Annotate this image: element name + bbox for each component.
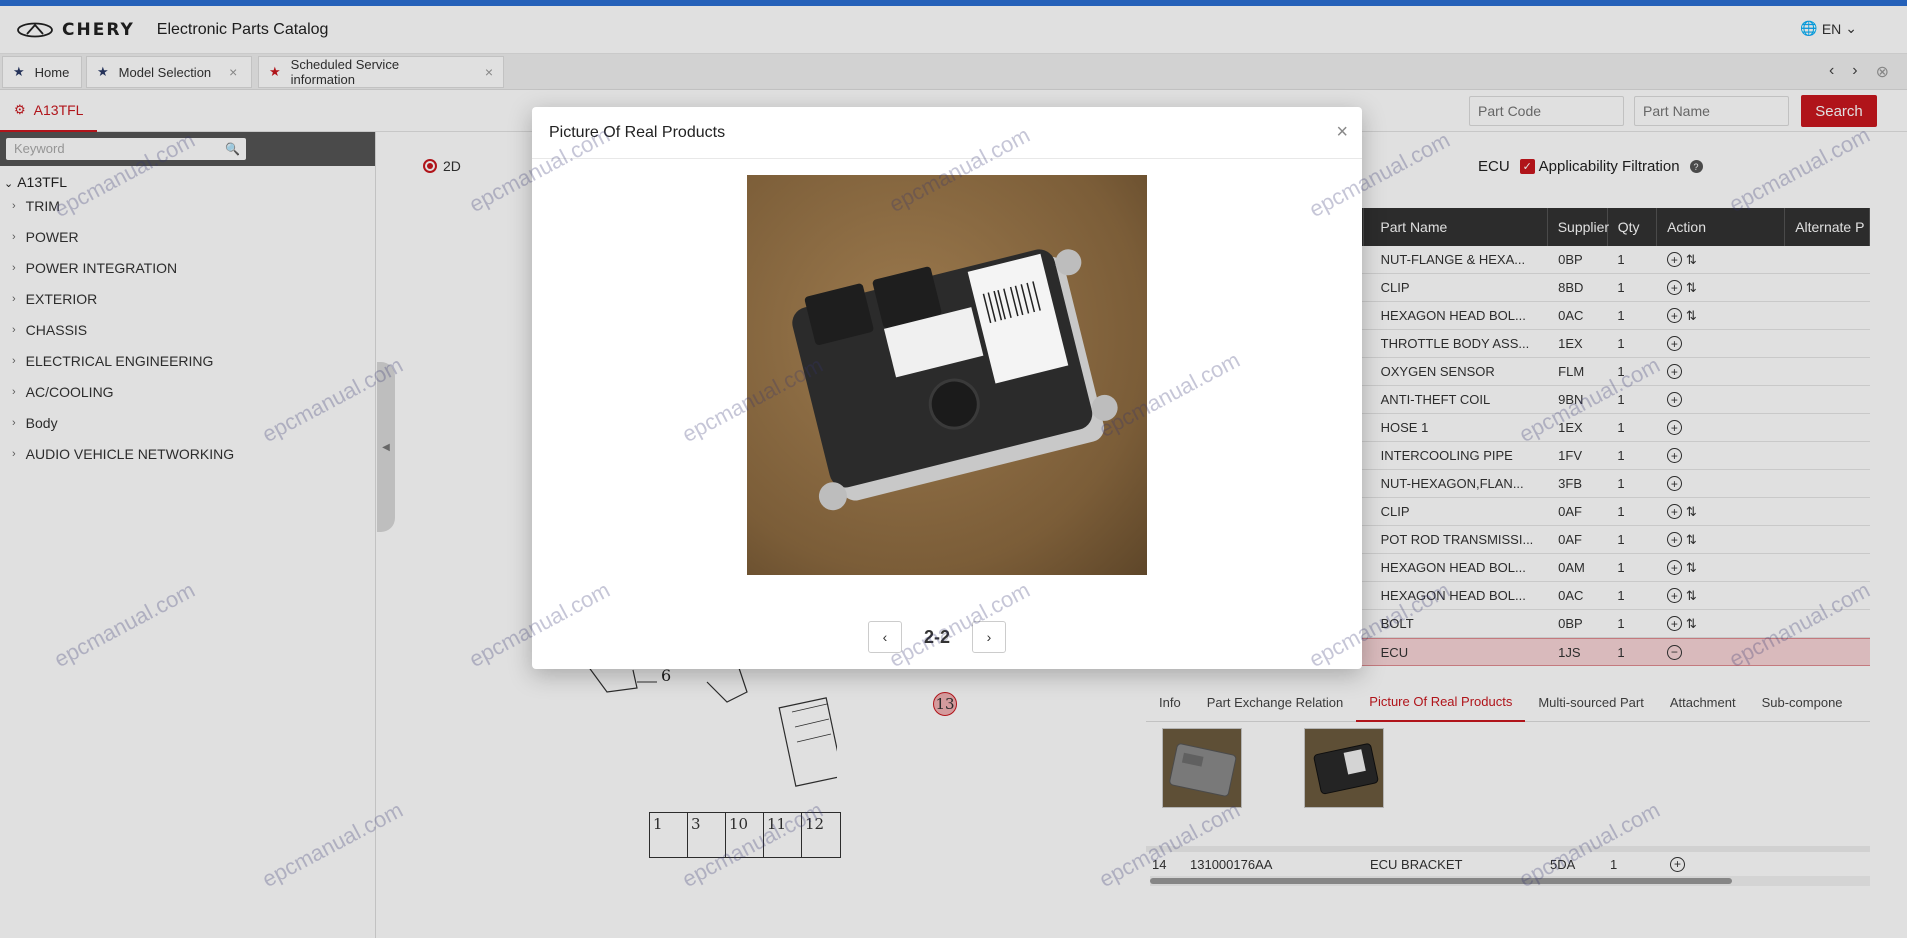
next-image-button[interactable]: › bbox=[972, 621, 1007, 653]
real-products-modal: Picture Of Real Products × ‹ 2-2 › bbox=[532, 107, 1362, 669]
pager-indicator: 2-2 bbox=[924, 626, 951, 647]
ecu-image bbox=[792, 249, 1118, 511]
product-photo bbox=[747, 175, 1147, 575]
prev-image-button[interactable]: ‹ bbox=[868, 621, 902, 653]
image-pager: ‹ 2-2 › bbox=[868, 621, 1007, 653]
close-icon[interactable]: × bbox=[1336, 121, 1348, 144]
modal-title: Picture Of Real Products bbox=[532, 107, 1362, 159]
